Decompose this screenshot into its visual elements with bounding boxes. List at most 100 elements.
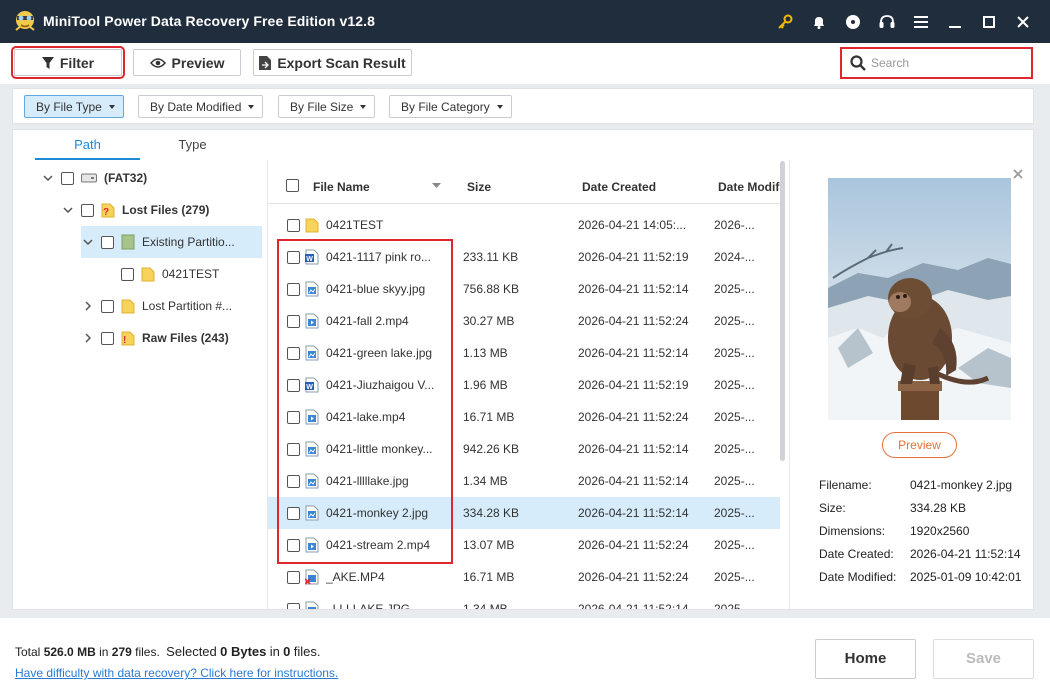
by-date-modified-dropdown[interactable]: By Date Modified xyxy=(138,95,264,118)
table-row[interactable]: 0421-lake.mp4 16.71 MB 2026-04-21 11:52:24… xyxy=(268,401,780,433)
size-label: Size: xyxy=(819,501,846,515)
tree-item-0421test[interactable]: 0421TEST xyxy=(121,260,261,288)
tree-item-raw-files[interactable]: ! Raw Files (243) xyxy=(81,324,262,352)
row-checkbox[interactable] xyxy=(287,315,300,328)
file-name-cell: 0421-lake.mp4 xyxy=(326,410,406,424)
disc-icon[interactable] xyxy=(836,0,870,43)
tree-item-lost-partition[interactable]: Lost Partition #... xyxy=(81,292,262,320)
preview-image-button[interactable]: Preview xyxy=(882,432,957,458)
tree-item-lost-files[interactable]: ? Lost Files (279) xyxy=(61,196,261,224)
table-row[interactable]: 0421-stream 2.mp4 13.07 MB 2026-04-21 11:5… xyxy=(268,529,780,561)
table-row[interactable]: 0421-monkey 2.jpg 334.28 KB 2026-04-21 11:… xyxy=(268,497,780,529)
row-checkbox[interactable] xyxy=(287,347,300,360)
headset-icon[interactable] xyxy=(870,0,904,43)
list-header: File Name Size Date Created Date Modifi xyxy=(268,168,783,204)
row-checkbox[interactable] xyxy=(287,539,300,552)
tree-item-existing-partition[interactable]: Existing Partitio... xyxy=(81,226,262,258)
chevron-down-icon[interactable] xyxy=(81,235,95,249)
date-created-cell: 2026-04-21 14:05:... xyxy=(578,218,687,232)
folder-icon xyxy=(121,299,135,314)
help-link[interactable]: Have difficulty with data recovery? Clic… xyxy=(15,666,338,680)
export-scan-result-button[interactable]: Export Scan Result xyxy=(253,49,412,76)
app-logo-icon xyxy=(15,11,35,31)
by-date-modified-label: By Date Modified xyxy=(150,99,242,114)
column-header-date-created[interactable]: Date Created xyxy=(582,180,656,194)
file-name-cell: 0421-little monkey... xyxy=(326,442,433,456)
row-checkbox[interactable] xyxy=(287,475,300,488)
row-checkbox[interactable] xyxy=(287,283,300,296)
in-text: in xyxy=(99,645,109,659)
tree-item-root[interactable]: (FAT32) xyxy=(41,164,261,192)
by-file-size-dropdown[interactable]: By File Size xyxy=(278,95,376,118)
date-modified-value: 2025-01-09 10:42:01 xyxy=(910,570,1022,584)
raw-files-icon: ! xyxy=(121,331,135,346)
filter-button[interactable]: Filter xyxy=(11,46,125,79)
chevron-right-icon[interactable] xyxy=(81,299,95,313)
row-checkbox[interactable] xyxy=(287,507,300,520)
checkbox[interactable] xyxy=(81,203,94,217)
row-checkbox[interactable] xyxy=(287,571,300,584)
row-checkbox[interactable] xyxy=(287,251,300,264)
word-doc-icon: W xyxy=(305,377,319,393)
date-created-cell: 2026-04-21 11:52:14 xyxy=(578,506,689,520)
by-file-type-dropdown[interactable]: By File Type xyxy=(24,95,124,118)
table-row[interactable]: 0421-blue skyy.jpg 756.88 KB 2026-04-21 11… xyxy=(268,273,780,305)
search-input[interactable] xyxy=(871,56,1021,70)
menu-icon[interactable] xyxy=(904,0,938,43)
table-row[interactable]: _AKE.MP4 16.71 MB 2026-04-21 11:52:24 2025-… xyxy=(268,561,780,593)
preview-button[interactable]: Preview xyxy=(133,49,241,76)
chevron-down-icon[interactable] xyxy=(41,171,55,185)
table-row[interactable]: W 0421-Jiuzhaigou V... 1.96 MB 2026-04-21 1… xyxy=(268,369,780,401)
row-checkbox[interactable] xyxy=(287,379,300,392)
checkbox[interactable] xyxy=(101,299,114,313)
files-text: files. xyxy=(135,645,160,659)
row-checkbox[interactable] xyxy=(287,603,300,609)
tab-path[interactable]: Path xyxy=(35,130,140,160)
svg-text:W: W xyxy=(306,256,313,263)
table-row[interactable]: _LLLLAKE.JPG 1.34 MB 2026-04-21 11:52:14 20… xyxy=(268,593,780,609)
close-icon[interactable] xyxy=(1006,0,1040,43)
table-row[interactable]: W 0421-1117 pink ro... 233.11 KB 2026-04-21… xyxy=(268,241,780,273)
tab-type[interactable]: Type xyxy=(140,130,245,160)
checkbox[interactable] xyxy=(101,331,114,345)
table-row[interactable]: 0421TEST 2026-04-21 14:05:... 2026-... xyxy=(268,209,780,241)
dimensions-value: 1920x2560 xyxy=(910,524,970,538)
row-checkbox[interactable] xyxy=(287,219,300,232)
chevron-down-icon xyxy=(248,104,255,109)
save-button[interactable]: Save xyxy=(933,639,1034,679)
checkbox[interactable] xyxy=(101,235,114,249)
column-header-size[interactable]: Size xyxy=(467,180,491,194)
key-icon[interactable] xyxy=(768,0,802,43)
select-all-checkbox[interactable] xyxy=(286,179,299,192)
search-box[interactable] xyxy=(840,47,1033,79)
table-row[interactable]: 0421-little monkey... 942.26 KB 2026-04-21… xyxy=(268,433,780,465)
checkbox[interactable] xyxy=(61,171,74,185)
column-header-date-modified[interactable]: Date Modifi xyxy=(718,180,783,194)
by-file-category-dropdown[interactable]: By File Category xyxy=(389,95,512,118)
table-row[interactable]: 0421-green lake.jpg 1.13 MB 2026-04-21 11:… xyxy=(268,337,780,369)
table-row[interactable]: 0421-lllllake.jpg 1.34 MB 2026-04-21 11:52… xyxy=(268,465,780,497)
table-row[interactable]: 0421-fall 2.mp4 30.27 MB 2026-04-21 11:52:… xyxy=(268,305,780,337)
bell-icon[interactable] xyxy=(802,0,836,43)
close-icon[interactable] xyxy=(1012,168,1024,180)
date-modified-cell: 2025-... xyxy=(714,442,755,456)
chevron-right-icon[interactable] xyxy=(81,331,95,345)
date-created-value: 2026-04-21 11:52:14 xyxy=(910,547,1021,561)
size-value: 334.28 KB xyxy=(910,501,967,515)
maximize-icon[interactable] xyxy=(972,0,1006,43)
column-header-name[interactable]: File Name xyxy=(313,180,370,194)
row-checkbox[interactable] xyxy=(287,443,300,456)
date-created-cell: 2026-04-21 11:52:14 xyxy=(578,282,689,296)
date-modified-cell: 2025-... xyxy=(714,506,755,520)
home-button[interactable]: Home xyxy=(815,639,916,679)
chevron-down-icon[interactable] xyxy=(61,203,75,217)
row-checkbox[interactable] xyxy=(287,411,300,424)
filename-value: 0421-monkey 2.jpg xyxy=(910,478,1013,492)
sort-chevron-down-icon[interactable] xyxy=(432,183,441,188)
file-list: File Name Size Date Created Date Modifi … xyxy=(268,130,784,609)
checkbox[interactable] xyxy=(121,267,134,281)
minimize-icon[interactable] xyxy=(938,0,972,43)
list-scrollbar[interactable] xyxy=(780,161,785,461)
drive-icon xyxy=(81,173,97,183)
date-created-label: Date Created: xyxy=(819,547,894,561)
